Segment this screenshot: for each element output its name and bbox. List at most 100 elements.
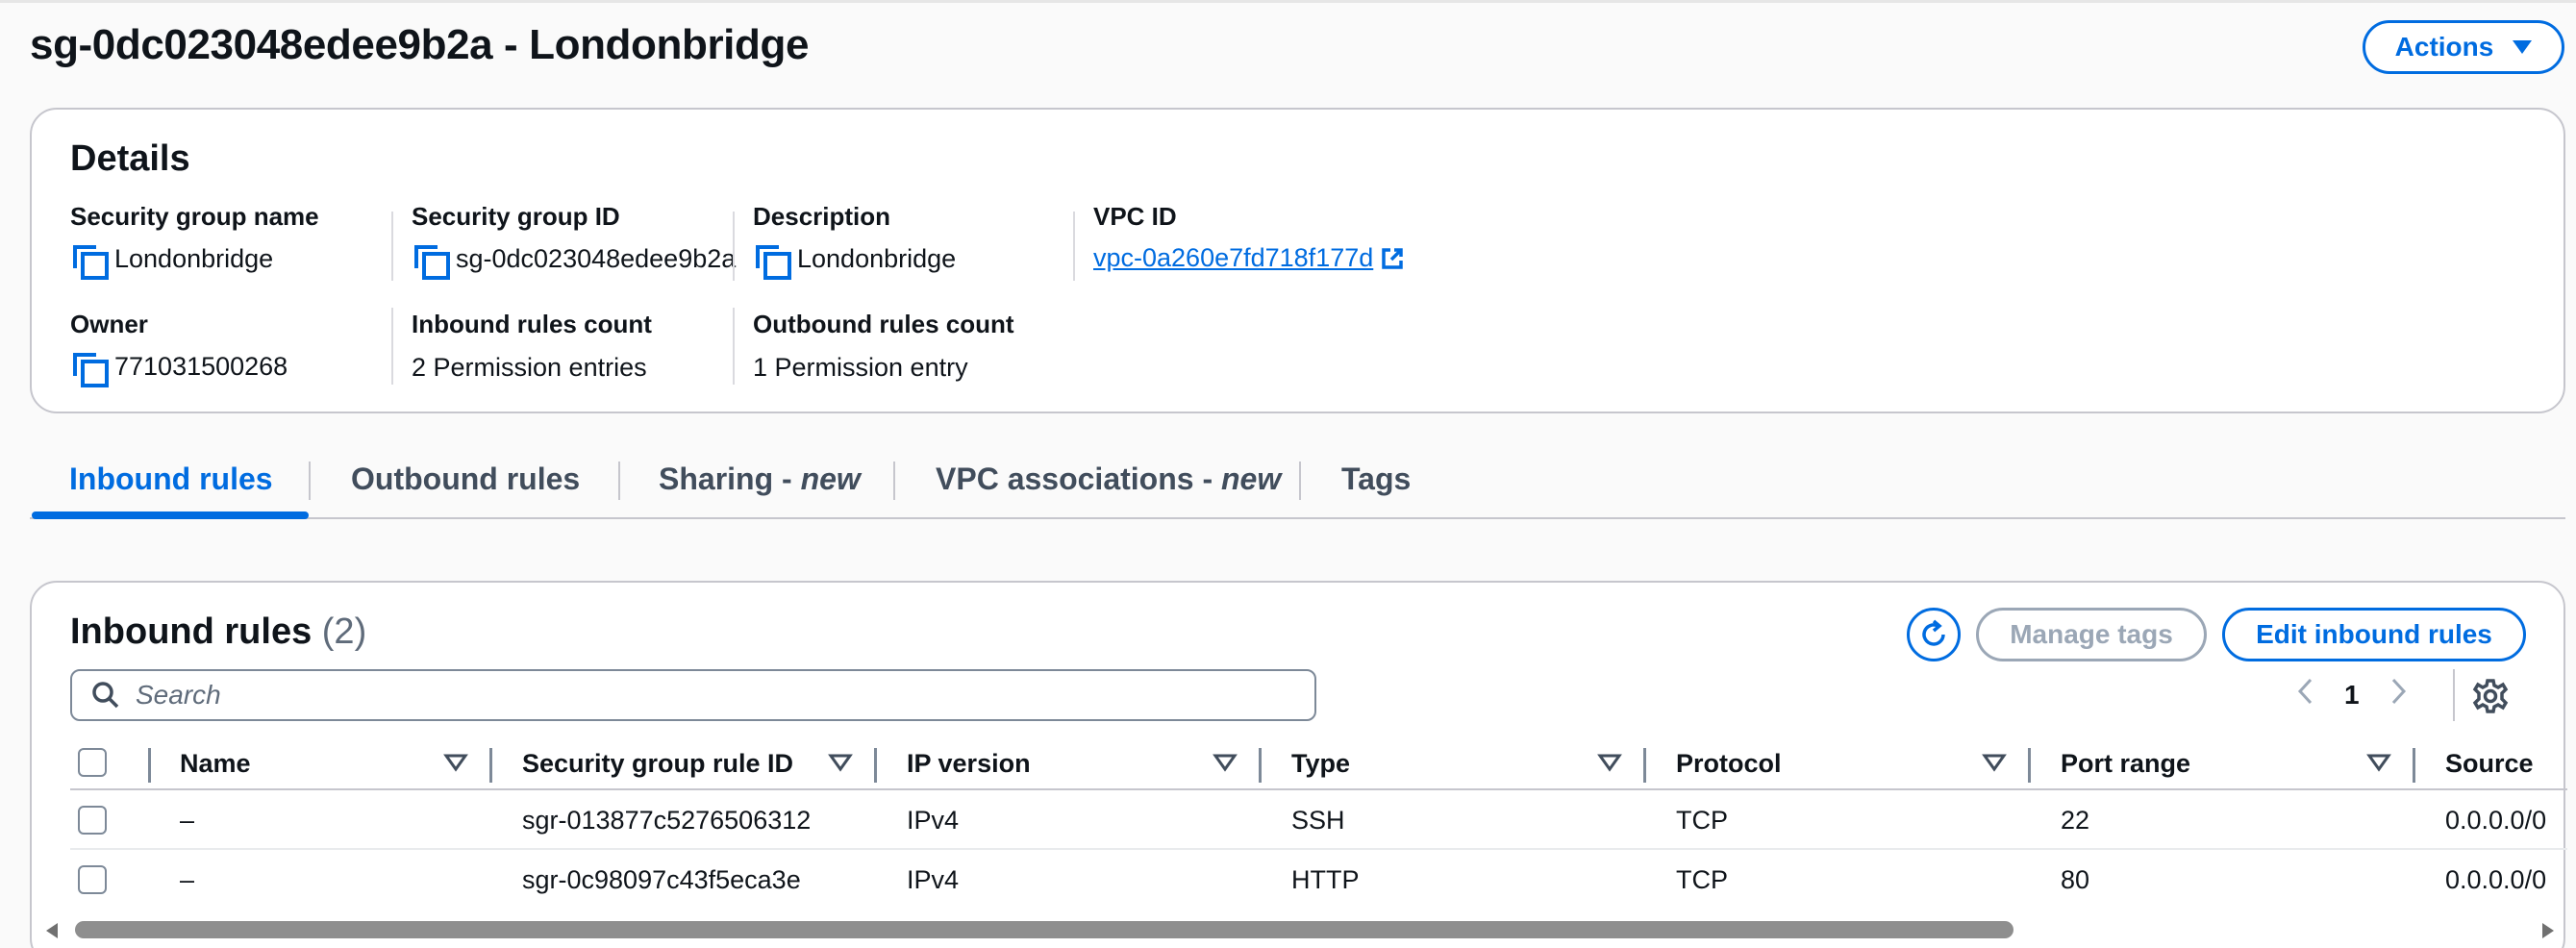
table-header: Name Security group rule ID IP version T… [70,736,2567,790]
divider [733,212,735,281]
scroll-left-arrow-icon[interactable] [46,923,58,938]
scrollbar-thumb[interactable] [75,921,2013,938]
tab-inbound-rules[interactable]: Inbound rules [69,462,273,497]
tab-divider [309,462,311,500]
active-tab-indicator [32,511,309,519]
cell-source: 0.0.0.0/0 [2445,805,2547,835]
field-value: 1 Permission entry [753,353,968,382]
external-link-icon [1379,245,1406,272]
select-all-checkbox[interactable] [78,748,107,777]
column-header-ip-version[interactable]: IP version [907,736,1031,790]
chevron-right-icon[interactable] [2390,677,2408,714]
copy-icon[interactable] [412,243,450,280]
divider [391,308,393,385]
field-value: sg-0dc023048edee9b2a [456,243,737,273]
top-border [0,0,2576,3]
column-divider [148,748,151,783]
tab-outbound-rules[interactable]: Outbound rules [351,462,580,497]
refresh-button[interactable] [1907,608,1961,661]
tab-divider [1299,462,1301,500]
tab-vpc-associations[interactable]: VPC associations - new [936,462,1281,497]
tab-new-tag: new [800,462,861,496]
column-header-type[interactable]: Type [1291,736,1350,790]
tab-bar: Inbound rules Outbound rules Sharing - n… [30,452,2565,519]
field-value: 771031500268 [114,351,288,381]
search-field[interactable] [70,669,1316,721]
pager-divider [2453,669,2455,721]
refresh-icon [1922,619,1945,646]
pagination: 1 [2296,669,2408,721]
sort-down-icon[interactable] [828,752,853,773]
column-header-name[interactable]: Name [180,736,251,790]
table-row: – sgr-013877c5276506312 IPv4 SSH TCP 22 … [70,790,2567,850]
column-divider [2413,748,2415,783]
column-header-port-range[interactable]: Port range [2061,736,2190,790]
tab-sharing[interactable]: Sharing - new [659,462,861,497]
column-divider [874,748,877,783]
tab-divider [618,462,620,500]
tab-label: Inbound rules [69,462,273,496]
column-header-protocol[interactable]: Protocol [1676,736,1782,790]
horizontal-scrollbar[interactable] [38,915,2574,948]
scroll-right-arrow-icon[interactable] [2542,923,2554,938]
chevron-left-icon[interactable] [2296,677,2313,714]
column-divider [2028,748,2031,783]
copy-icon[interactable] [753,243,791,280]
page-number[interactable]: 1 [2344,680,2360,711]
column-divider [1259,748,1262,783]
row-checkbox[interactable] [78,865,107,894]
sort-down-icon[interactable] [443,752,468,773]
manage-tags-button[interactable]: Manage tags [1976,608,2207,661]
column-header-source[interactable]: Source [2445,736,2534,790]
field-value: Londonbridge [114,243,274,273]
vpc-id-link[interactable]: vpc-0a260e7fd718f177d [1093,243,1373,273]
copy-icon[interactable] [70,243,109,280]
search-icon [92,682,119,709]
search-input[interactable] [136,680,1193,711]
tab-divider [893,462,895,500]
settings-gear-icon[interactable] [2471,677,2510,715]
column-header-rule-id[interactable]: Security group rule ID [522,736,793,790]
field-value: Londonbridge [797,243,957,273]
inbound-rules-table: Name Security group rule ID IP version T… [70,736,2567,910]
cell-source: 0.0.0.0/0 [2445,864,2547,894]
tabs-baseline [30,517,2565,519]
tab-label: Outbound rules [351,462,581,496]
column-divider [489,748,492,783]
page-title: sg-0dc023048edee9b2a - Londonbridge [30,21,810,68]
sort-down-icon[interactable] [2366,752,2391,773]
cell-ip-version: IPv4 [907,805,960,835]
cell-port-range: 22 [2061,805,2090,835]
tab-tags[interactable]: Tags [1341,462,1411,497]
cell-type: SSH [1291,805,1345,835]
divider [733,308,735,385]
sort-down-icon[interactable] [1982,752,2007,773]
cell-name: – [180,864,195,894]
tab-label: VPC associations - [936,462,1221,496]
field-label: VPC ID [1093,202,1177,231]
cell-ip-version: IPv4 [907,864,960,894]
edit-inbound-rules-button[interactable]: Edit inbound rules [2222,608,2526,661]
sort-down-icon[interactable] [1597,752,1622,773]
field-vpc-id: VPC ID vpc-0a260e7fd718f177d [1093,202,1670,273]
tab-label: Tags [1341,462,1412,496]
tab-label: Sharing - [659,462,801,496]
row-checkbox[interactable] [78,806,107,835]
cell-protocol: TCP [1676,864,1728,894]
cell-port-range: 80 [2061,864,2090,894]
field-outbound-rules-count: Outbound rules count 1 Permission entry [753,310,1330,383]
actions-button[interactable]: Actions [2363,20,2564,74]
sort-down-icon[interactable] [1213,752,1238,773]
copy-icon[interactable] [70,351,109,387]
details-title: Details [70,138,190,179]
divider [391,212,393,281]
inbound-rules-panel: Inbound rules (2) Manage tags Edit inbou… [30,581,2567,948]
actions-label: Actions [2394,32,2494,62]
cell-rule-id: sgr-013877c5276506312 [522,805,812,835]
tab-new-tag: new [1220,462,1282,496]
inbound-rules-title: Inbound rules (2) [70,611,366,653]
column-divider [1643,748,1646,783]
inbound-rules-count: (2) [321,611,367,652]
divider [1073,212,1075,281]
cell-protocol: TCP [1676,805,1728,835]
